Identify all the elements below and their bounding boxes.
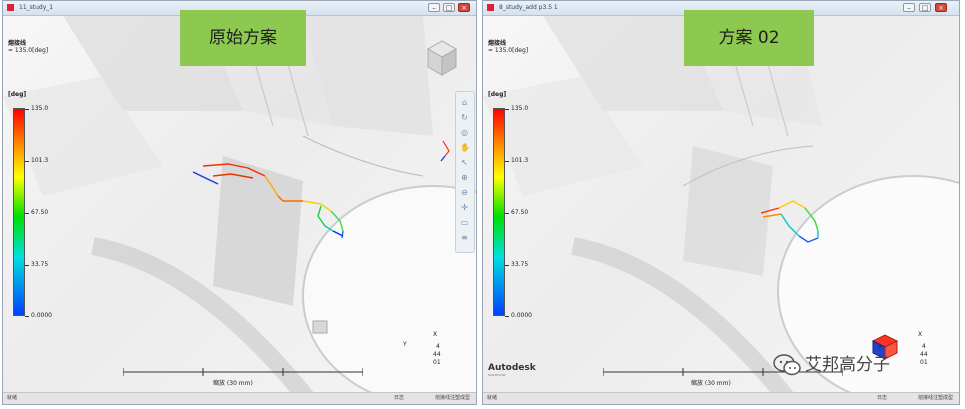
legend-unit: [deg]	[488, 91, 507, 98]
pan-icon[interactable]: ✋	[460, 143, 470, 152]
original-scheme-label: 原始方案	[180, 10, 306, 66]
legend-tick: 33.75	[24, 261, 49, 268]
left-window-title: 11_study_1	[19, 4, 54, 11]
watermark-text: 艾邦高分子	[805, 355, 890, 375]
zoom-icon[interactable]: ⊕	[460, 173, 469, 182]
status-result: 熔接线注塑成型	[434, 395, 470, 401]
zoom-window-icon[interactable]: ⊖	[460, 188, 469, 197]
left-model-render	[3, 16, 476, 393]
folder-icon[interactable]: ▭	[460, 218, 469, 227]
legend-tick: 0.0000	[25, 312, 52, 319]
legend-tick: 101.3	[24, 157, 49, 164]
wechat-icon	[773, 354, 801, 376]
close-button[interactable]: ×	[458, 3, 470, 12]
legend-tick: 67.50	[504, 209, 529, 216]
triad-value: 01	[920, 359, 928, 366]
status-text: 就绪	[7, 395, 18, 401]
maximize-button[interactable]: □	[443, 3, 455, 12]
view-toolbar: ⌂ ↻ ◎ ✋ ↖ ⊕ ⊖ ✛ ▭ ≡	[455, 91, 475, 253]
legend-tick: 0.0000	[505, 312, 532, 319]
triad-value: 44	[920, 351, 928, 358]
wechat-watermark: 艾邦高分子	[773, 350, 890, 380]
axis-x-label: X	[433, 331, 438, 338]
axis-y-label: Y	[403, 341, 407, 348]
axis-x-label: X	[918, 331, 923, 338]
status-log[interactable]: 日志	[877, 393, 887, 404]
rotate-icon[interactable]: ↻	[460, 113, 469, 122]
minimize-button[interactable]: –	[428, 3, 440, 12]
right-3d-viewport[interactable]: 熔接线 = 135.0[deg] [deg] 135.0 101.3 67.50…	[483, 16, 959, 393]
settings-icon[interactable]: ≡	[460, 233, 469, 242]
legend-tick: 101.3	[504, 157, 529, 164]
color-legend-bar	[13, 108, 25, 316]
orbit-icon[interactable]: ◎	[460, 128, 469, 137]
app-icon	[7, 4, 14, 11]
scale-label: 缩放 (30 mm)	[213, 380, 253, 387]
minimize-button[interactable]: –	[903, 3, 915, 12]
scale-bar	[123, 368, 363, 376]
autodesk-logo: Autodesk MOLDFLOW	[488, 363, 536, 377]
triad-value: 01	[433, 359, 441, 366]
triad-value: 4	[436, 343, 440, 350]
right-window-title: 8_study_add p3.5 1	[499, 4, 558, 11]
home-view-icon[interactable]: ⌂	[460, 98, 469, 107]
brand-sub: MOLDFLOW	[488, 373, 506, 377]
legend-tick: 135.0	[24, 105, 49, 112]
scheme-02-label: 方案 02	[684, 10, 814, 66]
view-cube[interactable]	[426, 40, 458, 76]
close-button[interactable]: ×	[935, 3, 947, 12]
brand-name: Autodesk	[488, 363, 536, 373]
app-icon	[487, 4, 494, 11]
select-icon[interactable]: ↖	[460, 158, 469, 167]
legend-tick: 67.50	[24, 209, 49, 216]
status-text: 就绪	[487, 395, 498, 401]
status-result: 熔接线注塑成型	[917, 395, 953, 401]
result-subtitle: = 135.0[deg]	[8, 47, 49, 54]
status-log[interactable]: 日志	[394, 393, 404, 404]
triad-value: 44	[433, 351, 441, 358]
legend-tick: 33.75	[504, 261, 529, 268]
left-3d-viewport[interactable]: 熔接线 = 135.0[deg] [deg] 135.0 101.3 67.50…	[3, 16, 476, 393]
scale-label: 缩放 (30 mm)	[691, 380, 731, 387]
left-statusbar: 就绪 日志 熔接线注塑成型	[3, 392, 476, 404]
result-subtitle: = 135.0[deg]	[488, 47, 529, 54]
result-name: 熔接线	[8, 40, 27, 47]
right-model-render	[483, 16, 959, 393]
result-name: 熔接线	[488, 40, 507, 47]
legend-tick: 135.0	[504, 105, 529, 112]
color-legend-bar	[493, 108, 505, 316]
center-icon[interactable]: ✛	[460, 203, 469, 212]
right-statusbar: 就绪 日志 熔接线注塑成型	[483, 392, 959, 404]
triad-value: 4	[922, 343, 926, 350]
legend-unit: [deg]	[8, 91, 27, 98]
maximize-button[interactable]: □	[919, 3, 931, 12]
